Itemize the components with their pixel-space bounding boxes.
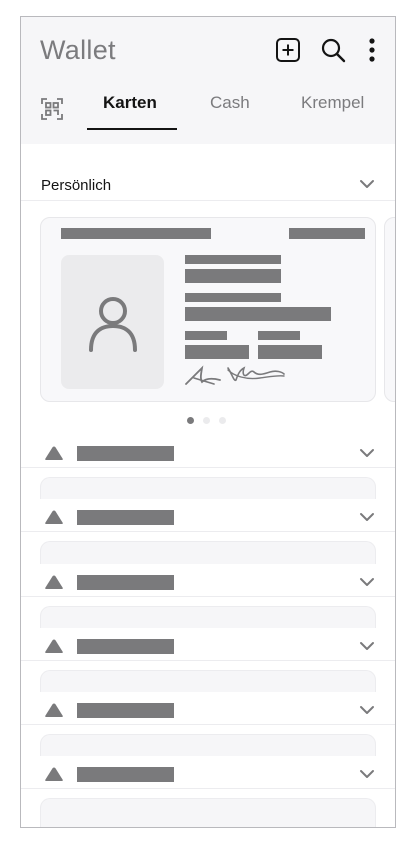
- qr-scan-icon[interactable]: [40, 97, 64, 121]
- card-group-row[interactable]: [21, 564, 395, 598]
- warning-triangle-icon: [45, 767, 63, 781]
- carousel-dots: [187, 417, 231, 425]
- card-field-placeholder: [185, 269, 281, 283]
- divider: [21, 467, 395, 468]
- app-header: Wallet Karten Cash Krempel: [21, 17, 395, 144]
- next-card-peek[interactable]: [384, 217, 395, 402]
- divider: [21, 531, 395, 532]
- card-group-row[interactable]: [21, 435, 395, 469]
- group-name-placeholder: [77, 703, 174, 718]
- section-label: Persönlich: [41, 177, 112, 194]
- chevron-down-icon: [360, 449, 374, 457]
- divider: [21, 596, 395, 597]
- divider: [21, 660, 395, 661]
- card-stack-preview[interactable]: [40, 798, 376, 827]
- group-name-placeholder: [77, 446, 174, 461]
- carousel-dot[interactable]: [203, 417, 210, 424]
- carousel-dot-active[interactable]: [187, 417, 194, 424]
- card-field-placeholder: [258, 331, 300, 340]
- chevron-down-icon: [360, 706, 374, 714]
- add-icon[interactable]: [275, 37, 301, 63]
- group-name-placeholder: [77, 575, 174, 590]
- chevron-down-icon: [360, 578, 374, 586]
- card-number-placeholder: [289, 228, 365, 239]
- chevron-down-icon: [360, 770, 374, 778]
- tab-karten[interactable]: Karten: [103, 93, 157, 113]
- card-group-row[interactable]: [21, 628, 395, 662]
- warning-triangle-icon: [45, 639, 63, 653]
- group-name-placeholder: [77, 767, 174, 782]
- card-field-placeholder: [185, 293, 281, 302]
- warning-triangle-icon: [45, 510, 63, 524]
- card-group-row[interactable]: [21, 692, 395, 726]
- wallet-screen: Wallet Karten Cash Krempel Persönlich: [20, 16, 396, 828]
- divider: [21, 724, 395, 725]
- id-card[interactable]: [40, 217, 376, 402]
- warning-triangle-icon: [45, 703, 63, 717]
- divider: [21, 788, 395, 789]
- chevron-down-icon: [360, 180, 374, 188]
- group-name-placeholder: [77, 510, 174, 525]
- tab-bar: Karten Cash Krempel: [21, 87, 395, 131]
- card-field-placeholder: [258, 345, 322, 359]
- section-header-persoenlich[interactable]: Persönlich: [21, 167, 395, 199]
- carousel-dot[interactable]: [219, 417, 226, 424]
- card-field-placeholder: [185, 307, 331, 321]
- card-field-placeholder: [185, 255, 281, 264]
- tab-krempel[interactable]: Krempel: [301, 93, 364, 113]
- card-photo: [61, 255, 164, 389]
- tab-cash[interactable]: Cash: [210, 93, 250, 113]
- warning-triangle-icon: [45, 446, 63, 460]
- card-group-row[interactable]: [21, 499, 395, 533]
- card-header-placeholder: [61, 228, 211, 239]
- card-field-placeholder: [185, 331, 227, 340]
- group-name-placeholder: [77, 639, 174, 654]
- card-group-row[interactable]: [21, 756, 395, 790]
- signature-icon: [185, 365, 285, 385]
- chevron-down-icon: [360, 642, 374, 650]
- person-icon: [89, 297, 137, 352]
- page-title: Wallet: [40, 35, 116, 65]
- divider: [21, 200, 395, 201]
- card-field-placeholder: [185, 345, 249, 359]
- warning-triangle-icon: [45, 575, 63, 589]
- active-tab-indicator: [87, 128, 177, 130]
- chevron-down-icon: [360, 513, 374, 521]
- search-icon[interactable]: [320, 37, 346, 63]
- more-vertical-icon[interactable]: [359, 37, 385, 63]
